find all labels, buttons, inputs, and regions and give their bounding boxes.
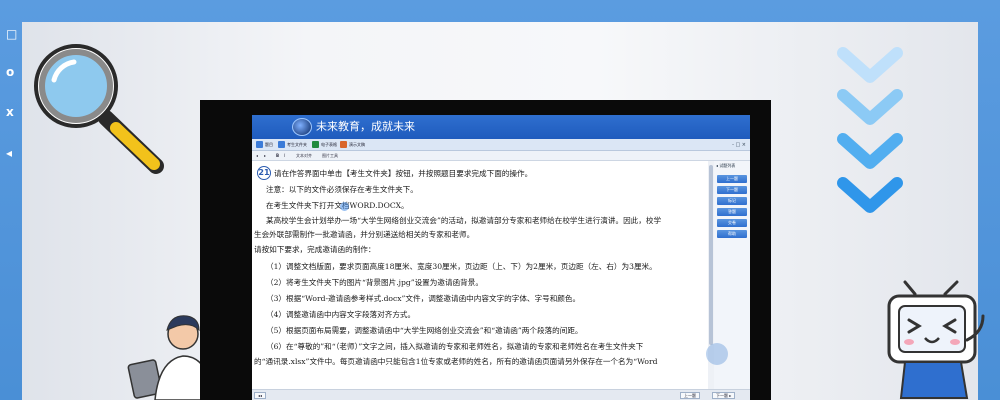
- doc-line: 生会外联部需制作一批邀请函，并分别递送给相关的专家和老师。: [254, 230, 475, 239]
- doc-line: （6）在“尊敬的”和“（老师）”文字之间，插入拟邀请的专家和老师姓名，拟邀请的专…: [266, 342, 644, 351]
- doc-line: 某高校学生会计划举办一场“大学生网络创业交流会”的活动，拟邀请部分专家和老师给在…: [266, 216, 662, 225]
- tab-label: 题目: [265, 142, 273, 147]
- tab-label: 电子表格: [321, 142, 337, 147]
- tab-label: 演示文稿: [349, 142, 365, 147]
- side-button-submit[interactable]: 交卷: [717, 219, 747, 227]
- side-button-prev[interactable]: 上一题: [717, 175, 747, 183]
- side-button-next[interactable]: 下一题: [717, 186, 747, 194]
- prev-question-button[interactable]: 上一题: [680, 392, 700, 399]
- tab-label: 考生文件夹: [287, 142, 307, 147]
- app-header: 未来教育，成就未来: [252, 115, 750, 139]
- close-icon[interactable]: x: [6, 106, 14, 118]
- circle-icon[interactable]: o: [6, 66, 14, 78]
- tab-excel[interactable]: 电子表格: [312, 140, 337, 150]
- image-tools-button[interactable]: 图片工具: [322, 152, 338, 160]
- mouse-cursor: [340, 202, 349, 211]
- format-toolbar: ◂ ▸ B I 文本对齐 图片工具: [252, 151, 750, 161]
- tab-question[interactable]: 题目: [256, 140, 273, 150]
- watermark-logo: [706, 343, 728, 365]
- folder-icon: [278, 141, 285, 148]
- doc-line: 注意：以下的文件必须保存在考生文件夹下。: [266, 185, 418, 194]
- question-icon: [256, 141, 263, 148]
- excel-icon: [312, 141, 319, 148]
- side-button-answer[interactable]: 答题: [717, 208, 747, 216]
- align-button[interactable]: 文本对齐: [296, 152, 312, 160]
- logo-icon: [292, 118, 312, 136]
- next-question-button[interactable]: 下一题 ▸: [712, 392, 736, 399]
- doc-line: （5）根据页面布局需要，调整邀请函中“大学生网络创业交流会”和“邀请函”两个段落…: [266, 326, 583, 335]
- italic-button[interactable]: I: [284, 152, 285, 160]
- mascot-illustration: [887, 280, 985, 399]
- doc-line: 请在作答界面中单击【考生文件夹】按钮，并按照题目要求完成下面的操作。: [274, 169, 533, 178]
- app-title: 未来教育，成就未来: [316, 120, 415, 133]
- doc-line: （3）根据“Word-邀请函参考样式.docx”文件，调整邀请函中内容文字的字体…: [266, 294, 581, 303]
- question-document: 21 请在作答界面中单击【考生文件夹】按钮，并按照题目要求完成下面的操作。 注意…: [252, 161, 714, 389]
- chevron-down-icon: [837, 47, 903, 213]
- back-icon[interactable]: ◂: [256, 152, 258, 160]
- bold-button[interactable]: B: [276, 152, 279, 160]
- doc-line: 在考生文件夹下打开文档WORD.DOCX。: [266, 201, 409, 210]
- side-button-help[interactable]: 帮助: [717, 230, 747, 238]
- doc-line: （1）调整文档版面，要求页面高度18厘米、宽度30厘米，页边距（上、下）为2厘米…: [266, 262, 657, 271]
- triangle-icon[interactable]: ◂: [6, 147, 12, 159]
- side-panel-title[interactable]: ◂ 试题列表: [716, 163, 735, 169]
- doc-line: 请按如下要求，完成邀请函的制作：: [254, 245, 376, 254]
- tab-ppt[interactable]: 演示文稿: [340, 140, 365, 150]
- question-number-badge: 21: [257, 166, 271, 180]
- side-button-mark[interactable]: 标记: [717, 197, 747, 205]
- scrollbar-thumb[interactable]: [709, 165, 713, 345]
- forward-icon[interactable]: ▸: [264, 152, 266, 160]
- magnifier-icon: [34, 44, 164, 174]
- window-icon[interactable]: □: [6, 28, 17, 40]
- status-bar: ◂◂ 上一题 下一题 ▸: [252, 389, 750, 400]
- exam-app-window: 未来教育，成就未来 题目 考生文件夹 电子表格 演示文稿 - □ × ◂ ▸ B…: [252, 115, 750, 400]
- doc-line: 的“通讯录.xlsx”文件中。每页邀请函中只能包含1位专家或老师的姓名，所有的邀…: [254, 357, 658, 366]
- rewind-button[interactable]: ◂◂: [254, 392, 267, 399]
- window-controls[interactable]: - □ ×: [732, 141, 746, 149]
- doc-line: （4）调整邀请函中内容文字段落对齐方式。: [266, 310, 416, 319]
- doc-line: （2）将考生文件夹下的图片“背景图片.jpg”设置为邀请函背景。: [266, 278, 483, 287]
- ppt-icon: [340, 141, 347, 148]
- tab-bar: 题目 考生文件夹 电子表格 演示文稿 - □ ×: [252, 139, 750, 151]
- tab-folder[interactable]: 考生文件夹: [278, 140, 307, 150]
